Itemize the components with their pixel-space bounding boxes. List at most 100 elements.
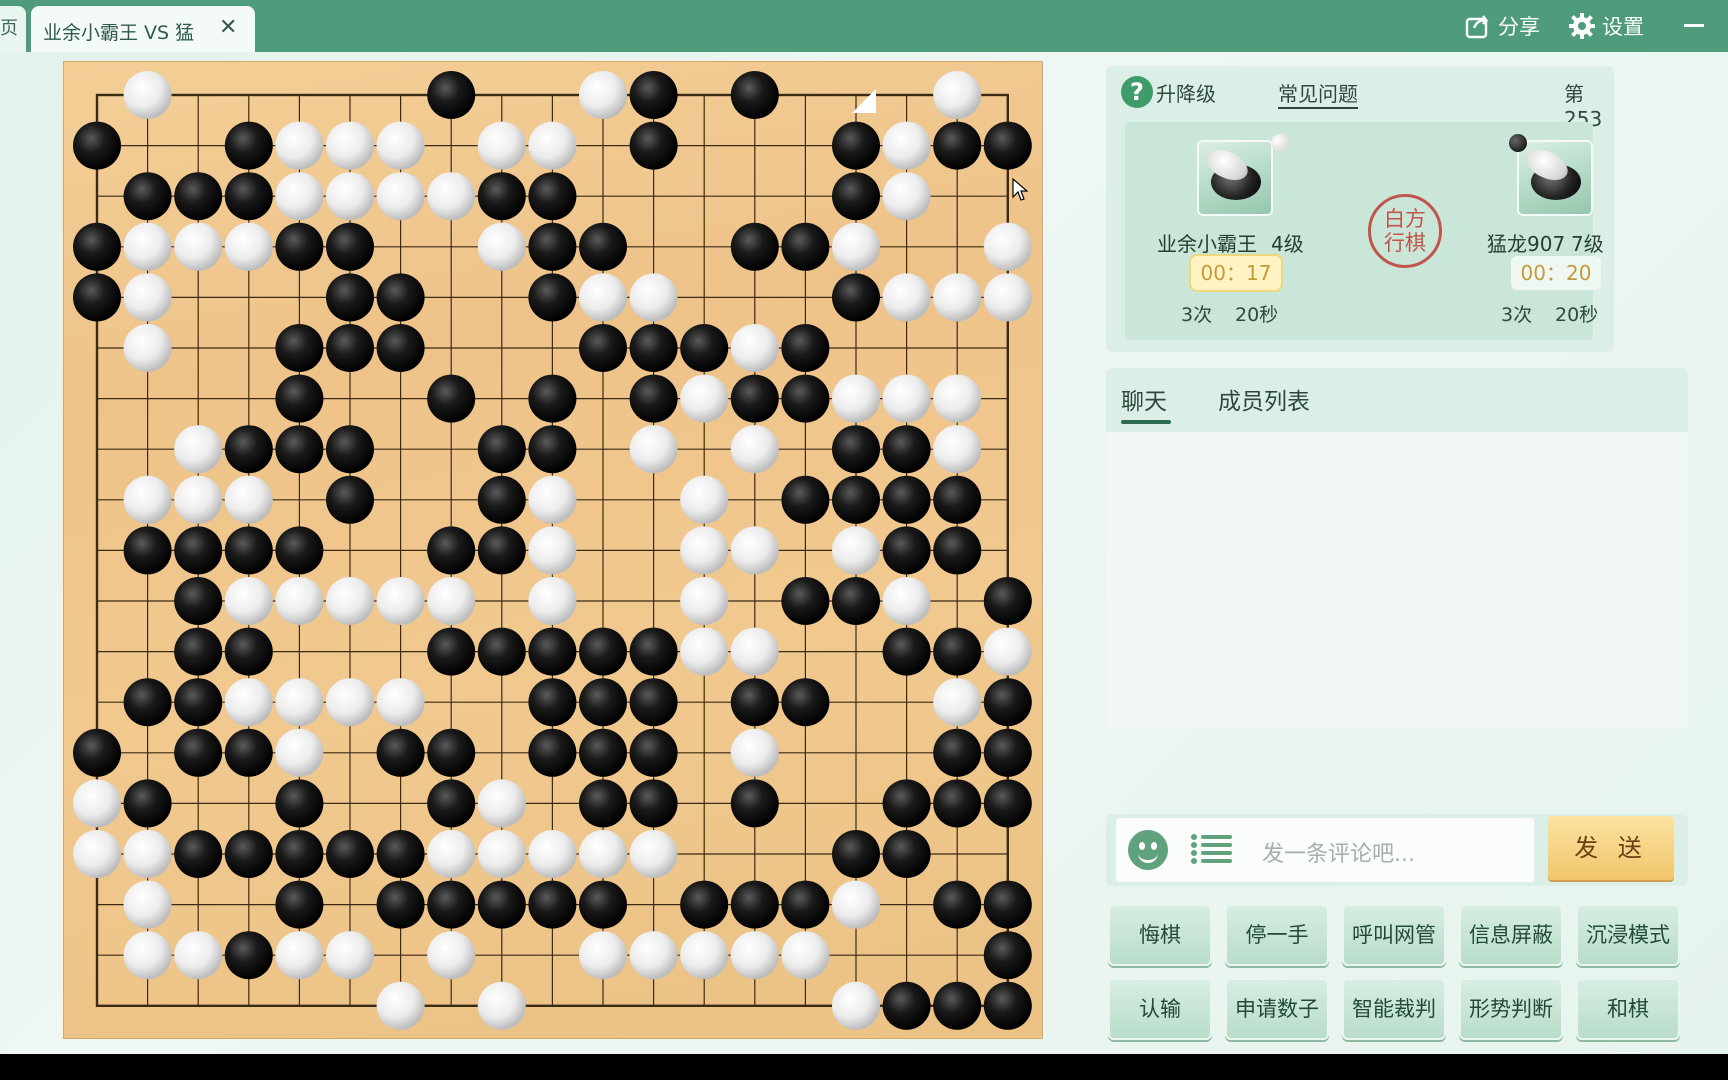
request-count-button[interactable]: 申请数子 [1225,978,1329,1040]
close-tab-icon[interactable]: ✕ [219,15,237,40]
white-stone [73,830,121,878]
white-stone [73,779,121,828]
black-stone [933,981,982,1030]
white-stone [832,880,880,929]
white-stone [933,374,982,423]
white-stone [579,931,627,980]
black-stone [224,526,273,575]
black-stone [730,222,779,271]
black-stone [730,374,779,423]
previous-tab[interactable]: 页 [0,6,26,52]
black-stone [680,880,729,929]
black-stone [629,324,678,372]
share-button[interactable]: 分享 [1464,10,1540,42]
black-stone [477,880,526,929]
white-stone [427,931,476,980]
black-stone [224,627,273,676]
go-board-grid[interactable] [64,62,1042,1038]
player1-byoyomi-seconds: 20秒 [1235,304,1279,326]
smart-judge-button[interactable]: 智能裁判 [1342,978,1446,1040]
block-info-button[interactable]: 信息屏蔽 [1459,904,1563,966]
white-stone [528,121,577,170]
black-stone [933,526,982,575]
resign-button[interactable]: 认输 [1108,978,1212,1040]
tab-chat[interactable]: 聊天 [1121,382,1167,416]
immersive-mode-button[interactable]: 沉浸模式 [1576,904,1680,966]
comment-input[interactable]: 发一条评论吧... [1116,818,1534,882]
player2-byoyomi-seconds: 20秒 [1555,304,1599,326]
black-stone [123,526,172,575]
white-stone [326,121,374,170]
settings-button[interactable]: 设置 [1568,10,1644,42]
black-stone [275,779,324,828]
white-stone [123,880,172,929]
white-stone [629,931,678,980]
black-stone [882,475,931,524]
white-stone [275,931,324,980]
white-stone [629,830,678,878]
black-stone [477,526,526,575]
white-stone [983,627,1032,676]
player2-byoyomi-count: 3次 [1501,304,1533,326]
player2-avatar[interactable] [1519,142,1591,214]
black-stone [376,273,425,322]
black-stone [781,222,830,271]
black-stone [326,475,374,524]
black-stone [730,71,779,119]
black-stone [326,830,374,878]
black-stone [983,981,1032,1030]
pass-button[interactable]: 停一手 [1225,904,1329,966]
black-stone [528,627,577,676]
black-stone [326,222,374,271]
white-stone [376,678,425,727]
black-stone [983,880,1032,929]
faq-link[interactable]: 常见问题 [1278,78,1358,109]
black-stone [174,577,223,625]
black-stone [275,526,324,575]
black-stone [983,678,1032,727]
white-stone [528,830,577,878]
call-admin-button[interactable]: 呼叫网管 [1342,904,1446,966]
game-info-panel: ? 升降级 常见问题 第253手 业余小霸王 4级 00：17 3次 20秒 猛… [1106,66,1614,352]
undo-button[interactable]: 悔棋 [1108,904,1212,966]
emoji-icon[interactable] [1128,830,1168,870]
black-stone [326,425,374,474]
black-stone [73,222,121,271]
active-tab-indicator [1121,420,1171,424]
help-icon[interactable]: ? [1121,76,1153,108]
player1-avatar[interactable] [1199,142,1271,214]
black-stone [832,830,880,878]
white-stone [680,374,729,423]
black-stone [174,830,223,878]
quick-phrase-list-icon[interactable] [1190,832,1234,868]
white-stone [326,678,374,727]
game-tab[interactable]: 业余小霸王 VS 猛 ✕ [31,6,255,52]
tab-members[interactable]: 成员列表 [1218,382,1310,416]
level-change-link[interactable]: 升降级 [1156,78,1216,107]
white-stone [427,172,476,221]
black-stone [983,121,1032,170]
go-board[interactable] [64,62,1042,1038]
white-stone [882,374,931,423]
black-stone [275,222,324,271]
white-stone [730,931,779,980]
white-stone [832,222,880,271]
black-stone [983,577,1032,625]
black-stone [275,425,324,474]
seal-line1: 白方 [1384,207,1426,231]
white-stone [123,475,172,524]
minimize-button[interactable] [1684,24,1704,27]
black-stone [123,678,172,727]
black-stone [933,728,982,777]
draw-button[interactable]: 和棋 [1576,978,1680,1040]
black-stone [528,425,577,474]
white-stone [477,981,526,1030]
white-stone [680,931,729,980]
white-stone [933,425,982,474]
black-stone [579,728,627,777]
black-stone [224,931,273,980]
black-stone [629,121,678,170]
send-button[interactable]: 发 送 [1548,816,1674,880]
black-stone [376,324,425,372]
position-evaluation-button[interactable]: 形势判断 [1459,978,1563,1040]
